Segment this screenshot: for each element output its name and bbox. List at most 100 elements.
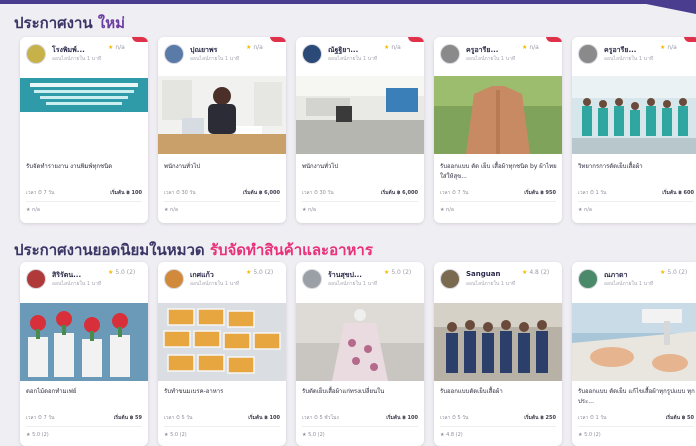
job-price: เริ่มต้น ฿ 100 bbox=[248, 415, 280, 421]
new-jobs-list: newโรงพิมพ์...★ n/aออนไลน์ภายใน 1 นาทีรั… bbox=[20, 37, 696, 223]
job-thumbnail[interactable] bbox=[434, 303, 562, 381]
section-title-new-jobs: ประกาศงาน ใหม่ bbox=[14, 11, 125, 35]
job-card[interactable]: newปุณยาพร★ n/aออนไลน์ภายใน 1 นาทีพนักงา… bbox=[158, 37, 286, 223]
seller-rating: ★ 5.0 (2) bbox=[660, 269, 687, 276]
job-card[interactable]: newณัฐฐิยา...★ n/aออนไลน์ภายใน 1 นาทีพนั… bbox=[296, 37, 424, 223]
job-price: เริ่มต้น ฿ 250 bbox=[524, 415, 556, 421]
job-title[interactable]: รับออกแบบ ตัด เย็บ เสื้อผ้าทุกชนิด by ผ้… bbox=[440, 162, 558, 182]
job-title[interactable]: พนักงานทั่วไป bbox=[164, 162, 282, 172]
job-price: เริ่มต้น ฿ 600 bbox=[662, 190, 694, 196]
job-card[interactable]: เกศแก้ว ★ 5.0 (2) ออนไลน์ภายใน 1 นาที รับทำ… bbox=[158, 262, 286, 446]
job-title[interactable]: รับออกแบบตัดเย็บเสื้อผ้า bbox=[440, 387, 558, 397]
job-rating: ★ 5.0 (2) bbox=[164, 432, 187, 438]
job-rating: ★ 4.8 (2) bbox=[440, 432, 463, 438]
seller-rating-value: n/a bbox=[115, 44, 125, 51]
job-card[interactable]: newโรงพิมพ์...★ n/aออนไลน์ภายใน 1 นาทีรั… bbox=[20, 37, 148, 223]
star-icon: ★ bbox=[384, 269, 390, 276]
job-title[interactable]: ดอกไม้ดอกทำมเฟย์ bbox=[26, 387, 144, 397]
seller-online-status: ออนไลน์ภายใน 1 นาที bbox=[52, 56, 102, 62]
job-rating: ★ n/a bbox=[440, 207, 454, 213]
job-thumbnail[interactable] bbox=[572, 76, 696, 154]
job-thumbnail[interactable] bbox=[296, 76, 424, 154]
job-thumbnail[interactable] bbox=[158, 76, 286, 154]
job-title[interactable]: วิทยากรการตัดเย็บเสื้อผ้า bbox=[578, 162, 696, 172]
star-icon: ★ bbox=[246, 44, 252, 51]
job-rating: ★ n/a bbox=[26, 207, 40, 213]
section-title-text: ประกาศงานยอดนิยมในหมวด bbox=[14, 241, 205, 259]
job-rating: ★ n/a bbox=[578, 207, 592, 213]
seller-header: ครูอารีย... ★ n/a ออนไลน์ภายใน 1 นาที bbox=[578, 41, 696, 67]
job-title[interactable]: รับออกแบบ ตัดเย็บ แก้ไขเสื้อผ้าทุกรูปแบบ… bbox=[578, 387, 696, 407]
job-duration: เวลา ⏱ 5 วัน bbox=[440, 415, 469, 421]
seller-header: ครูอารีย... ★ n/a ออนไลน์ภายใน 1 นาที bbox=[440, 41, 558, 67]
section-title-accent: รับจัดทำสินค้าและอาหาร bbox=[209, 241, 373, 259]
card-divider bbox=[578, 201, 694, 202]
seller-name[interactable]: Sanguan bbox=[466, 270, 500, 278]
star-icon: ★ bbox=[522, 269, 528, 276]
job-title[interactable]: รับตัดเย็บเสื้อผ้าแก่ทรงเปลี่ยนใน bbox=[302, 387, 420, 397]
seller-header: เกศแก้ว ★ 5.0 (2) ออนไลน์ภายใน 1 นาที bbox=[164, 266, 282, 292]
seller-online-status: ออนไลน์ภายใน 1 นาที bbox=[190, 281, 240, 287]
job-rating: ★ 5.0 (2) bbox=[302, 432, 325, 438]
seller-avatar[interactable] bbox=[578, 44, 598, 64]
seller-avatar[interactable] bbox=[440, 269, 460, 289]
star-icon: ★ bbox=[384, 44, 390, 51]
job-price: เริ่มต้น ฿ 6,000 bbox=[242, 190, 280, 196]
job-thumbnail[interactable] bbox=[158, 303, 286, 381]
job-rating: ★ n/a bbox=[164, 207, 178, 213]
card-divider bbox=[164, 201, 280, 202]
seller-avatar[interactable] bbox=[26, 44, 46, 64]
job-rating: ★ 5.0 (2) bbox=[578, 432, 601, 438]
job-thumbnail[interactable] bbox=[20, 303, 148, 381]
star-icon: ★ bbox=[660, 269, 666, 276]
job-thumbnail[interactable] bbox=[296, 303, 424, 381]
new-badge: new bbox=[684, 37, 696, 42]
job-meta: เวลา ⏱ 30 วัน เริ่มต้น ฿ 6,000 bbox=[302, 189, 418, 197]
card-divider bbox=[302, 426, 418, 427]
seller-rating-value: 5.0 (2) bbox=[253, 269, 274, 276]
job-meta: เวลา ⏱ 30 วัน เริ่มต้น ฿ 6,000 bbox=[164, 189, 280, 197]
job-thumbnail[interactable] bbox=[572, 303, 696, 381]
seller-avatar[interactable] bbox=[26, 269, 46, 289]
seller-rating-value: n/a bbox=[391, 44, 401, 51]
section-title-popular-jobs: ประกาศงานยอดนิยมในหมวด รับจัดทำสินค้าและ… bbox=[14, 238, 373, 262]
seller-avatar[interactable] bbox=[164, 44, 184, 64]
seller-online-status: ออนไลน์ภายใน 1 นาที bbox=[328, 281, 378, 287]
seller-online-status: ออนไลน์ภายใน 1 นาที bbox=[328, 56, 378, 62]
job-card[interactable]: newครูอารีย...★ n/aออนไลน์ภายใน 1 นาทีวิ… bbox=[572, 37, 696, 223]
job-card[interactable]: สิริรัตน... ★ 5.0 (2) ออนไลน์ภายใน 1 นาทีด… bbox=[20, 262, 148, 446]
job-meta: เวลา ⏱ 1 วัน เริ่มต้น ฿ 600 bbox=[578, 189, 694, 197]
seller-avatar[interactable] bbox=[302, 44, 322, 64]
seller-rating-value: 5.0 (2) bbox=[391, 269, 412, 276]
job-price: เริ่มต้น ฿ 6,000 bbox=[380, 190, 418, 196]
job-meta: เวลา ⏱ 5 วัน เริ่มต้น ฿ 250 bbox=[440, 414, 556, 422]
job-meta: เวลา ⏱ 5 ชั่วโมง เริ่มต้น ฿ 100 bbox=[302, 414, 418, 422]
job-card[interactable]: ร้านสุขป... ★ 5.0 (2) ออนไลน์ภายใน 1 นาทีร… bbox=[296, 262, 424, 446]
seller-rating: ★ n/a bbox=[108, 44, 125, 51]
job-duration: เวลา ⏱ 1 วัน bbox=[578, 415, 607, 421]
new-badge: new bbox=[546, 37, 562, 42]
job-thumbnail[interactable] bbox=[434, 76, 562, 154]
section-title-accent: ใหม่ bbox=[97, 14, 126, 32]
job-title[interactable]: พนักงานทั่วไป bbox=[302, 162, 420, 172]
seller-rating: ★ 4.8 (2) bbox=[522, 269, 549, 276]
job-duration: เวลา ⏱ 30 วัน bbox=[164, 190, 196, 196]
job-title[interactable]: รับทำขนมเบรค-อาหาร bbox=[164, 387, 282, 397]
seller-avatar[interactable] bbox=[302, 269, 322, 289]
seller-rating-value: n/a bbox=[667, 44, 677, 51]
new-badge: new bbox=[270, 37, 286, 42]
seller-avatar[interactable] bbox=[578, 269, 598, 289]
card-divider bbox=[578, 426, 694, 427]
seller-avatar[interactable] bbox=[164, 269, 184, 289]
seller-rating: ★ n/a bbox=[522, 44, 539, 51]
job-meta: เวลา ⏱ 7 วัน เริ่มต้น ฿ 59 bbox=[26, 414, 142, 422]
job-title[interactable]: รับจัดทำรายงาน งานพิมพ์ทุกชนิด bbox=[26, 162, 144, 172]
seller-avatar[interactable] bbox=[440, 44, 460, 64]
seller-rating: ★ 5.0 (2) bbox=[108, 269, 135, 276]
job-card[interactable]: Sanguan ★ 4.8 (2) ออนไลน์ภายใน 1 นาที รับออ… bbox=[434, 262, 562, 446]
job-card[interactable]: newครูอารีย...★ n/aออนไลน์ภายใน 1 นาทีรั… bbox=[434, 37, 562, 223]
job-meta: เวลา ⏱ 5 วัน เริ่มต้น ฿ 100 bbox=[164, 414, 280, 422]
job-duration: เวลา ⏱ 30 วัน bbox=[302, 190, 334, 196]
job-card[interactable]: ณภาดา ★ 5.0 (2) ออนไลน์ภายใน 1 นาที รับออกแ… bbox=[572, 262, 696, 446]
job-thumbnail[interactable] bbox=[20, 76, 148, 154]
